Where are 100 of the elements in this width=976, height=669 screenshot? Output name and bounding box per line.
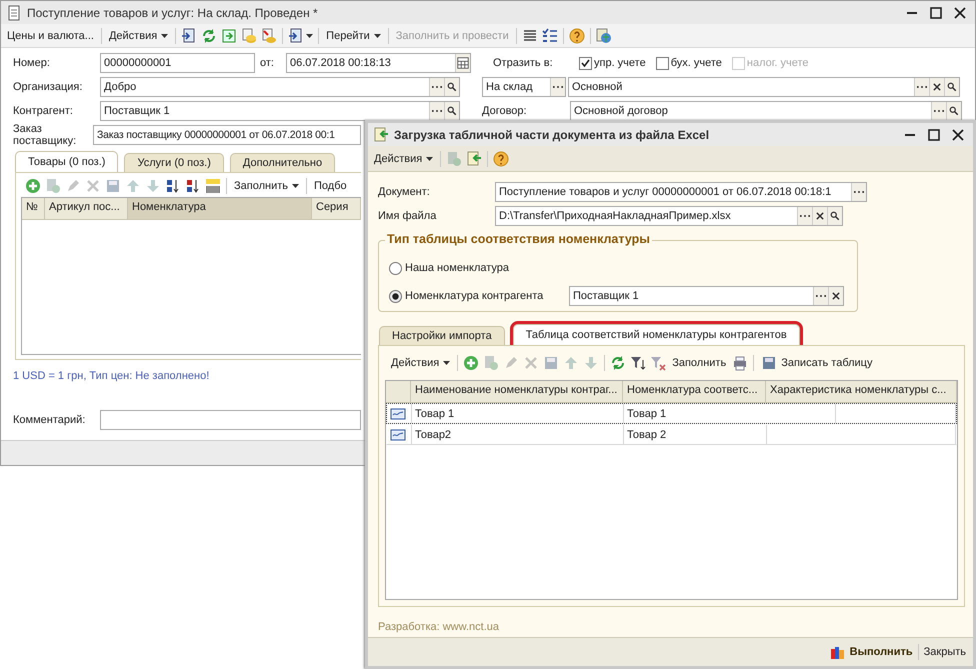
table-cell: Товар2 — [415, 428, 452, 440]
open-button[interactable] — [946, 102, 961, 120]
column-header[interactable]: Наименование номенклатуры контраг... — [411, 381, 623, 402]
toolbar-icon-button[interactable] — [540, 26, 559, 44]
field-label: от: — [259, 57, 275, 69]
sort-ascending-icon — [165, 178, 181, 194]
column-header[interactable]: Серия — [312, 198, 361, 219]
close-icon — [952, 4, 968, 20]
table-row[interactable]: Товар2 Товар 2 — [386, 424, 957, 445]
tab[interactable]: Дополнительно — [230, 153, 336, 172]
tab[interactable]: Таблица соответствий номенклатуры контрагентов — [512, 324, 800, 345]
open-button[interactable] — [444, 78, 459, 96]
group-title: Тип таблицы соответствия номенклатуры — [385, 232, 652, 246]
organization-field[interactable]: Добро — [100, 77, 460, 97]
counterparty-field[interactable]: Поставщик 1 — [569, 286, 844, 306]
search-icon — [447, 106, 457, 116]
copy-icon — [45, 178, 61, 194]
checkbox[interactable]: упр. учете — [579, 56, 646, 70]
down-arrow-icon — [145, 178, 161, 194]
search-icon — [447, 82, 457, 92]
choose-button[interactable] — [550, 78, 565, 96]
calendar-icon — [456, 55, 470, 71]
column-header[interactable]: Номенклатура — [128, 198, 312, 219]
menu-button[interactable]: Заполнить — [231, 179, 302, 193]
document-icon — [288, 28, 304, 44]
warehouse-field[interactable]: Основной — [568, 77, 960, 97]
comment-field[interactable] — [100, 410, 361, 430]
choose-button[interactable] — [813, 287, 828, 305]
developer-note: Разработка: www.nct.ua — [378, 621, 500, 633]
column-header[interactable]: Характеристика номенклатуры с... — [766, 381, 957, 402]
toolbar-button[interactable]: Подбо — [311, 179, 350, 193]
clear-button[interactable] — [929, 78, 944, 96]
column-header[interactable]: Номенклатура соответс... — [623, 381, 766, 402]
save-table-button[interactable]: Записать таблицу — [758, 354, 876, 372]
toolbar-button[interactable]: Заполнить — [669, 356, 730, 370]
help-button[interactable] — [492, 150, 510, 168]
choose-button[interactable] — [851, 183, 866, 201]
choose-button[interactable] — [914, 78, 929, 96]
window-title: Поступление товаров и услуг: На склад. Проведен * — [27, 6, 319, 20]
date-field[interactable]: 06.07.2018 00:18:13 — [286, 53, 471, 73]
open-button[interactable] — [944, 78, 959, 96]
import-icon — [466, 150, 482, 166]
toolbar-icon-button[interactable] — [287, 26, 314, 44]
warehouse-kind-field[interactable]: На склад — [482, 77, 566, 97]
menu-button[interactable]: Действия — [388, 356, 454, 370]
order-field[interactable]: Заказ поставщику 00000000001 от 06.07.2018 00:1 — [93, 125, 361, 145]
choose-button[interactable] — [797, 207, 812, 225]
document-field[interactable]: Поступление товаров и услуг 00000000001 от 06.07.2018 00:18:1 — [495, 182, 867, 202]
caret-icon — [161, 34, 168, 38]
counterparty-field[interactable]: Поставщик 1 — [100, 101, 460, 121]
open-button[interactable] — [444, 102, 459, 120]
radio-button[interactable] — [389, 290, 402, 302]
tab[interactable]: Услуги (0 поз.) — [124, 153, 224, 172]
choose-button[interactable] — [429, 78, 444, 96]
list-icon — [522, 28, 538, 44]
save-icon — [105, 178, 121, 194]
help-icon — [568, 28, 585, 44]
printer-icon — [732, 355, 748, 371]
checkbox[interactable]: бух. учете — [656, 56, 722, 70]
toolbar-icon-button[interactable] — [204, 177, 222, 195]
save-icon — [761, 355, 778, 371]
number-field[interactable]: 00000000001 — [100, 53, 255, 73]
choose-button[interactable] — [931, 102, 946, 120]
search-icon — [947, 82, 957, 92]
field-label: Контрагент: — [12, 105, 74, 117]
open-button[interactable] — [827, 207, 842, 225]
column-header[interactable]: № — [22, 198, 45, 219]
delete-icon — [523, 355, 540, 371]
up-arrow-icon — [125, 178, 141, 194]
field-label: Организация: — [12, 81, 84, 93]
checkbox-icon — [656, 56, 669, 70]
close-dialog-button[interactable]: Закрыть — [920, 645, 969, 659]
radio-button[interactable] — [389, 262, 402, 274]
menu-button[interactable]: Действия — [106, 28, 172, 42]
caret-icon — [443, 361, 450, 365]
clear-button[interactable] — [812, 207, 827, 225]
menu-button[interactable]: Действия — [371, 152, 436, 166]
add-icon — [463, 355, 480, 371]
file-field[interactable]: D:\Transfer\ПриходнаяНакладнаяПример.xlsx — [495, 206, 843, 226]
checkbox-icon — [732, 56, 745, 70]
calendar-button[interactable] — [455, 54, 470, 72]
minimize-icon — [905, 134, 915, 136]
table-row[interactable]: Товар 1 Товар 1 — [386, 403, 957, 424]
contract-field[interactable]: Основной договор — [570, 101, 962, 121]
radio-label: Наша номенклатура — [405, 262, 510, 274]
menu-button[interactable]: Перейти — [323, 28, 384, 42]
clear-button[interactable] — [828, 287, 843, 305]
sort-descending-icon — [185, 178, 201, 194]
filter-icon — [630, 355, 646, 371]
tab[interactable]: Товары (0 поз.) — [15, 151, 118, 172]
toolbar-button[interactable]: Цены и валюта... — [4, 28, 97, 42]
field-label: Отразить в: — [493, 57, 554, 69]
field-label: Документ: — [378, 186, 431, 198]
toolbar-icon-button[interactable] — [629, 354, 648, 372]
help-button[interactable] — [568, 26, 586, 44]
form-icon — [6, 4, 22, 20]
field-label: Договор: — [482, 105, 528, 117]
run-button[interactable]: Выполнить — [826, 643, 916, 661]
tab[interactable]: Настройки импорта — [379, 326, 505, 345]
choose-button[interactable] — [429, 102, 444, 120]
